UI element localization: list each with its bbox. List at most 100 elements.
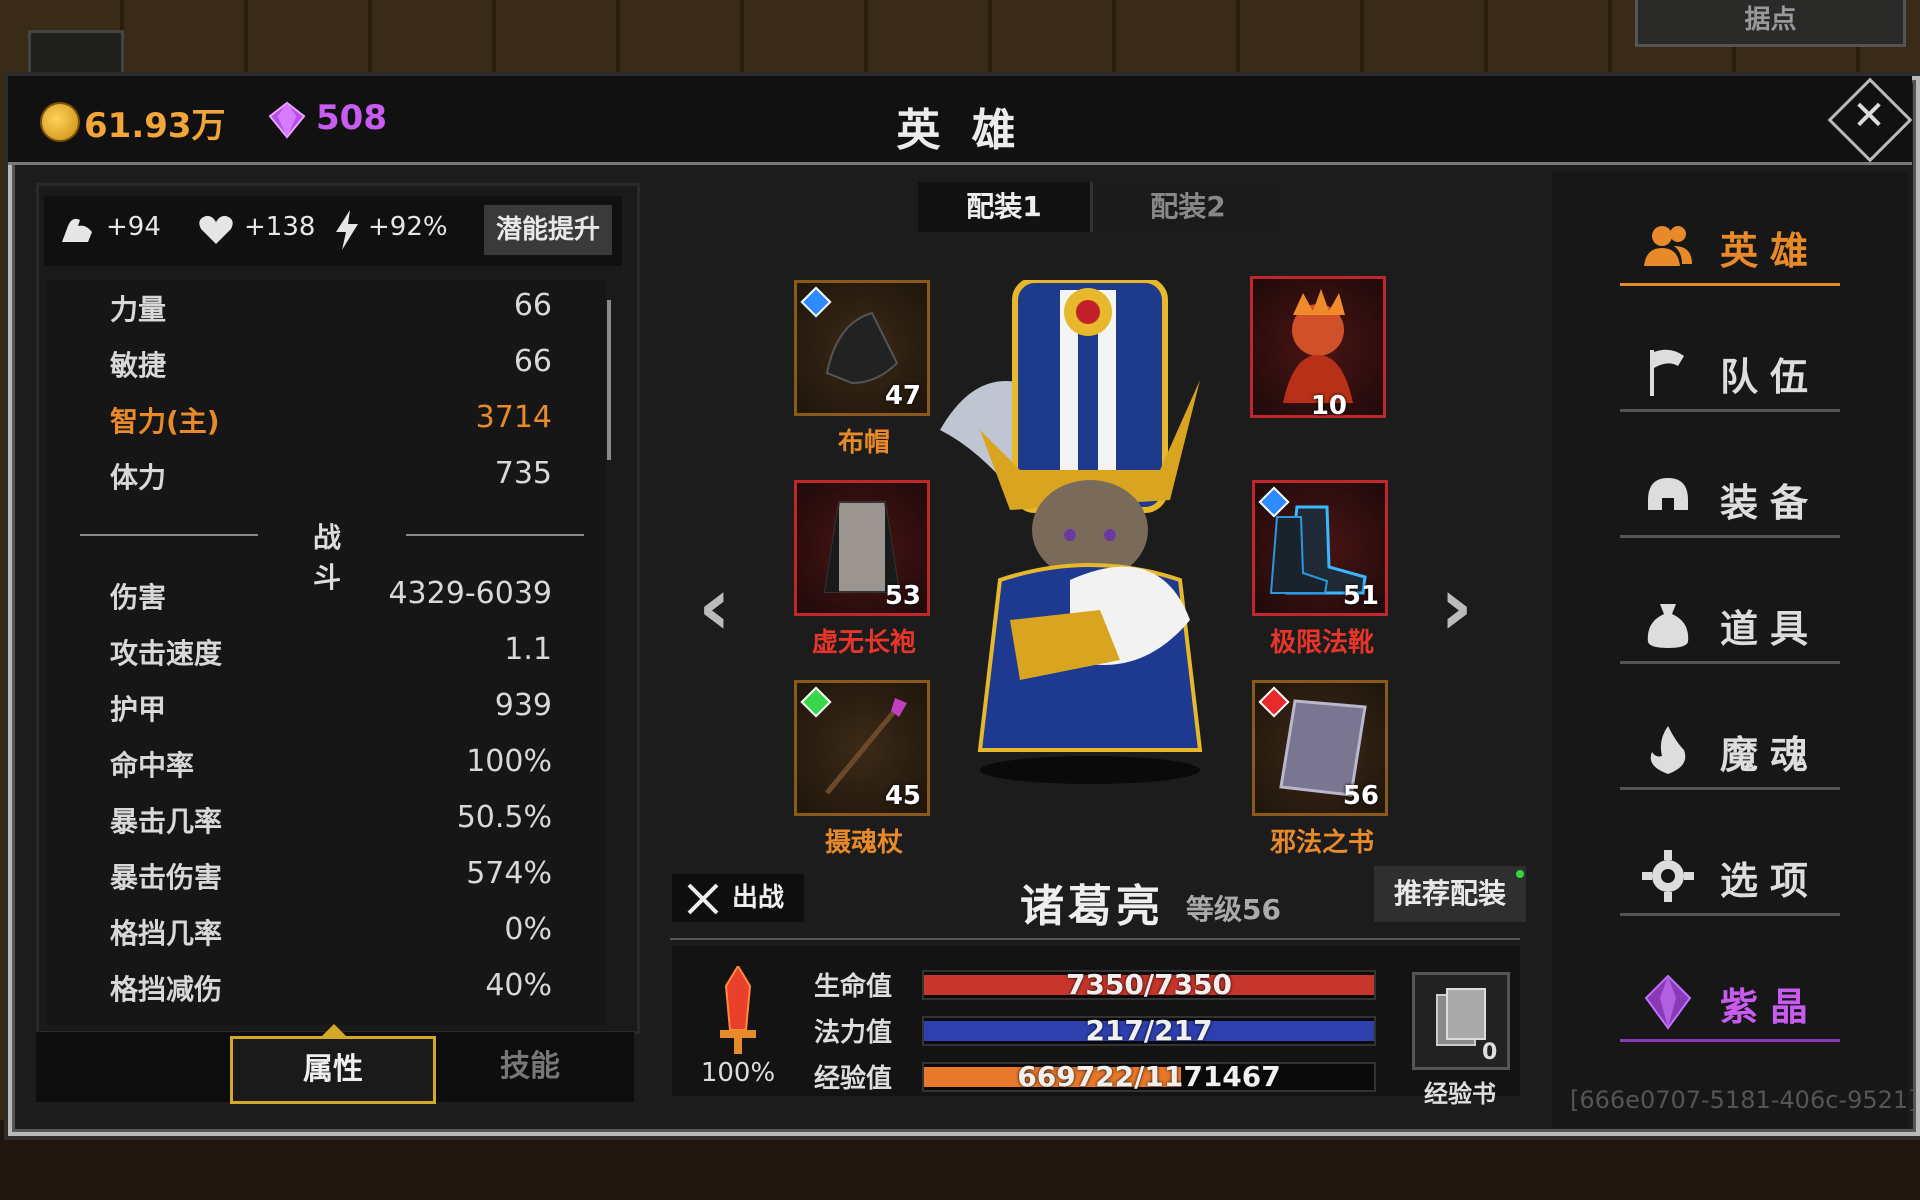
nav-label: 紫晶 bbox=[1720, 985, 1821, 1029]
exp-bar: 669722/1171467 bbox=[922, 1060, 1376, 1093]
combat-section-title: 战 斗 bbox=[312, 521, 347, 594]
combat-value-attack-speed: 1.1 bbox=[504, 632, 552, 667]
flag-icon bbox=[1650, 349, 1684, 396]
crossed-swords-icon bbox=[687, 883, 719, 915]
combat-label-block-reduction: 格挡减伤 bbox=[110, 973, 223, 1006]
combat-value-damage: 4329-6039 bbox=[388, 576, 552, 611]
equip-slot-staff[interactable]: 45 bbox=[794, 680, 930, 816]
deploy-label: 出战 bbox=[732, 883, 785, 913]
combat-value-crit-damage: 574% bbox=[466, 856, 552, 891]
gem-amount: 508 bbox=[316, 98, 387, 138]
exp-book-count: 0 bbox=[1482, 1040, 1498, 1065]
close-icon[interactable]: ✕ bbox=[1849, 96, 1889, 136]
nav-label: 队伍 bbox=[1720, 355, 1821, 399]
nav-items[interactable]: 道具 bbox=[1620, 582, 1840, 668]
hp-label: 生命值 bbox=[814, 972, 893, 1002]
potential-strength: +94 bbox=[106, 212, 161, 242]
nav-souls[interactable]: 魔魂 bbox=[1620, 708, 1840, 794]
potential-hp: +138 bbox=[244, 212, 316, 242]
active-tab-indicator bbox=[322, 1024, 346, 1036]
stat-label-stamina: 体力 bbox=[110, 461, 167, 494]
combat-label-crit-damage: 暴击伤害 bbox=[110, 861, 223, 894]
bag-icon bbox=[1647, 604, 1689, 648]
tab-loadout-1[interactable]: 配装1 bbox=[918, 182, 1090, 232]
equip-slot-companion[interactable]: 10 bbox=[1250, 276, 1386, 421]
combat-value-block-chance: 0% bbox=[504, 912, 552, 947]
hero-name: 诸葛亮 bbox=[1020, 881, 1164, 932]
helmet-icon bbox=[1648, 478, 1688, 510]
stat-value-agility: 66 bbox=[513, 344, 552, 379]
prev-hero-arrow[interactable]: ‹ bbox=[698, 560, 731, 653]
stat-label-intellect: 智力(主) bbox=[110, 405, 220, 438]
combat-value-hit-rate: 100% bbox=[466, 744, 552, 779]
equip-level: 45 bbox=[884, 781, 921, 811]
cloth-hat-icon bbox=[825, 311, 899, 385]
recommended-loadout-button[interactable]: 推荐配装 bbox=[1374, 866, 1526, 922]
gem-icon bbox=[268, 101, 306, 139]
fire-demon-icon bbox=[1283, 289, 1353, 403]
equip-slot-boots[interactable]: 51 bbox=[1252, 480, 1388, 616]
nav-underline bbox=[1620, 661, 1840, 664]
mp-label: 法力值 bbox=[814, 1018, 893, 1048]
heroes-icon bbox=[1644, 226, 1692, 266]
combat-label-armor: 护甲 bbox=[110, 693, 167, 726]
nav-underline bbox=[1620, 535, 1840, 538]
equip-level: 56 bbox=[1342, 781, 1379, 811]
nav-team[interactable]: 队伍 bbox=[1620, 330, 1840, 416]
hero-level: 等级56 bbox=[1186, 893, 1281, 926]
deploy-button[interactable]: 出战 bbox=[672, 874, 804, 922]
combat-label-block-chance: 格挡几率 bbox=[110, 917, 223, 950]
nav-crystals[interactable]: 紫晶 bbox=[1620, 960, 1840, 1046]
device-id-label: [666e0707-5181-406c-9521] bbox=[1570, 1086, 1918, 1114]
nav-options[interactable]: 选项 bbox=[1620, 834, 1840, 920]
crystal-icon bbox=[1644, 974, 1692, 1030]
potential-upgrade-button[interactable]: 潜能提升 bbox=[484, 205, 612, 255]
divider-left bbox=[80, 534, 258, 536]
loadout-tab-divider bbox=[1090, 182, 1093, 232]
tab-skills[interactable]: 技能 bbox=[460, 1036, 600, 1098]
equip-level: 47 bbox=[884, 381, 921, 411]
nav-label: 装备 bbox=[1720, 481, 1821, 525]
nav-label: 魔魂 bbox=[1720, 733, 1821, 777]
combat-value-crit-chance: 50.5% bbox=[456, 800, 552, 835]
heart-icon bbox=[199, 215, 233, 244]
equip-level: 51 bbox=[1342, 581, 1379, 611]
equip-name-staff: 摄魂杖 bbox=[824, 828, 903, 858]
nav-underline bbox=[1620, 913, 1840, 916]
combat-value-armor: 939 bbox=[494, 688, 552, 723]
gear-icon bbox=[1642, 850, 1694, 902]
equip-slot-hat[interactable]: 47 bbox=[794, 280, 930, 416]
combat-value-block-reduction: 40% bbox=[485, 968, 552, 1003]
nav-equipment[interactable]: 装备 bbox=[1620, 456, 1840, 542]
nav-underline bbox=[1620, 409, 1840, 412]
hp-bar: 7350/7350 bbox=[922, 968, 1376, 1001]
next-hero-arrow[interactable]: › bbox=[1440, 560, 1473, 653]
equip-level: 10 bbox=[1310, 391, 1347, 421]
potential-energy: +92% bbox=[368, 212, 448, 242]
exp-label: 经验值 bbox=[814, 1064, 893, 1094]
combat-label-crit-chance: 暴击几率 bbox=[110, 805, 223, 838]
center-separator bbox=[670, 938, 1520, 940]
lightning-icon bbox=[336, 210, 358, 250]
flame-icon bbox=[1650, 726, 1686, 774]
stat-value-intellect: 3714 bbox=[475, 400, 552, 435]
equip-slot-robe[interactable]: 53 bbox=[794, 480, 930, 616]
equip-slot-book[interactable]: 56 bbox=[1252, 680, 1388, 816]
stronghold-tab[interactable]: 据点 bbox=[1635, 0, 1906, 47]
exp-book-label: 经验书 bbox=[1424, 1080, 1496, 1108]
nav-label: 选项 bbox=[1720, 859, 1821, 903]
tab-loadout-2[interactable]: 配装2 bbox=[1098, 182, 1278, 232]
stats-scrollbar[interactable] bbox=[607, 300, 611, 460]
nav-underline bbox=[1620, 1039, 1840, 1042]
stat-value-stamina: 735 bbox=[494, 456, 552, 491]
nav-heroes[interactable]: 英雄 bbox=[1620, 204, 1840, 290]
mp-value: 217/217 bbox=[1085, 1014, 1213, 1047]
hp-value: 7350/7350 bbox=[1065, 968, 1233, 1001]
equip-name-book: 邪法之书 bbox=[1269, 828, 1374, 858]
combat-label-damage: 伤害 bbox=[110, 581, 167, 614]
nav-label: 道具 bbox=[1720, 607, 1821, 651]
combat-label-attack-speed: 攻击速度 bbox=[110, 637, 223, 670]
tab-attributes[interactable]: 属性 bbox=[230, 1036, 436, 1104]
hero-character-model bbox=[940, 280, 1203, 784]
mp-bar: 217/217 bbox=[922, 1014, 1376, 1047]
